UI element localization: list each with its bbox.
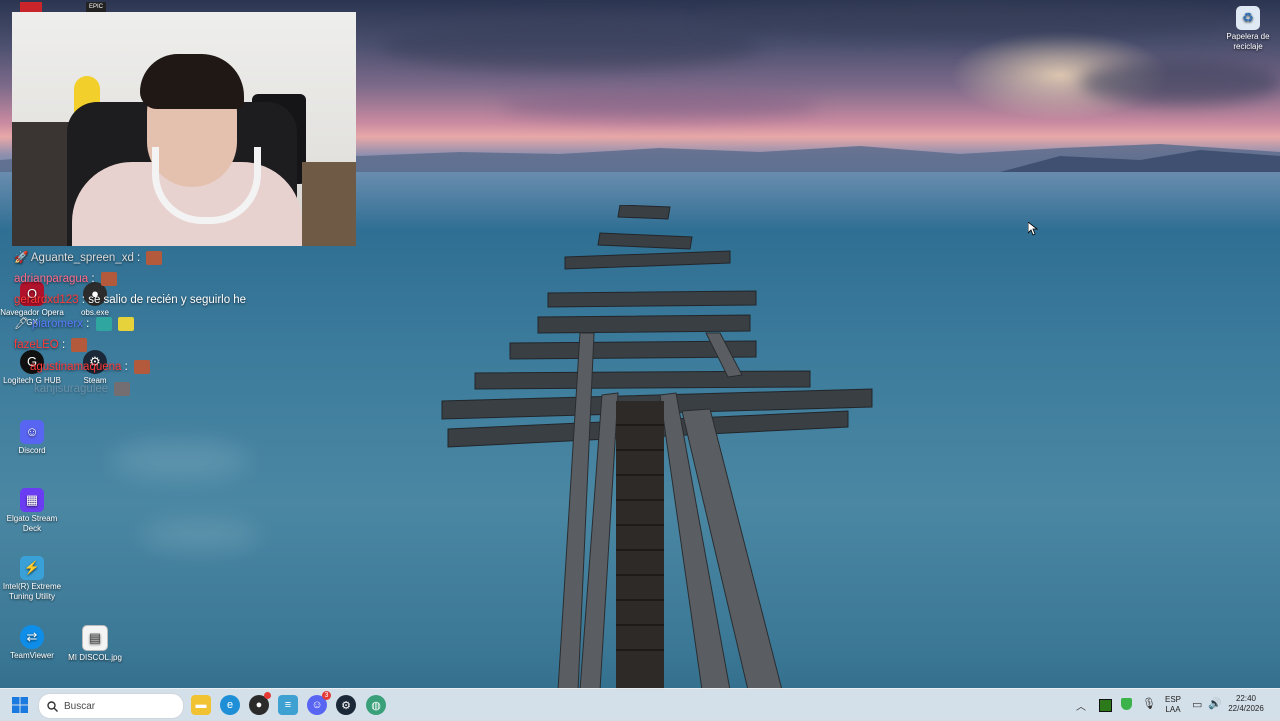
tray-overflow-button[interactable]: ︿: [1076, 698, 1086, 713]
chat-message: agustinamaquena :: [14, 360, 151, 374]
tray-nvidia[interactable]: [1099, 699, 1112, 712]
emote-icon: [117, 316, 134, 331]
wooden-pier: [441, 205, 873, 690]
chat-message: 🚀 Aguante_spreen_xd :: [14, 250, 163, 265]
intel-xtu-icon: ⚡: [20, 556, 44, 580]
desktop-icon-label: Elgato Stream Deck: [6, 514, 58, 533]
chat-message: gerardxd123 : se salio de recién y segui…: [14, 294, 246, 306]
taskbar-file-explorer[interactable]: ▬: [191, 695, 211, 715]
search-placeholder: Buscar: [64, 700, 96, 712]
globe-icon: ◍: [371, 699, 381, 712]
keyboard-layout: LAA: [1165, 705, 1181, 714]
pin-icon: 🖊: [14, 318, 29, 330]
cloud: [700, 0, 1220, 40]
desktop-icon-intel-xtu[interactable]: ⚡ Intel(R) Extreme Tuning Utility: [0, 556, 64, 602]
windows-logo-icon: [12, 697, 28, 713]
emote-icon: [100, 272, 117, 286]
microphone-icon: 🎙: [1142, 698, 1156, 710]
desktop-icon-label: TeamViewer: [10, 651, 54, 660]
discord-icon: ☺: [20, 420, 44, 444]
notepad-icon: ≡: [284, 699, 292, 711]
chat-message: kanjisuragulee: [14, 382, 131, 396]
chat-username: Aguante_spreen_xd: [30, 252, 134, 264]
tray-microphone[interactable]: 🎙: [1142, 697, 1156, 710]
water-reflection: [110, 440, 250, 480]
discord-icon: ☺: [311, 699, 323, 711]
chat-separator: :: [86, 318, 90, 330]
start-button[interactable]: [12, 697, 28, 713]
chat-separator: :: [81, 294, 85, 306]
steam-icon: ⚙: [341, 699, 351, 712]
chat-message: adrianparagua :: [14, 272, 117, 286]
clock[interactable]: 22:40 22/4/2026: [1226, 694, 1266, 714]
chat-username: gerardxd123: [14, 294, 79, 306]
desktop-icon-discol-jpg[interactable]: ▤ MI DISCOL.jpg: [63, 625, 127, 663]
chat-username: adrianparagua: [14, 273, 89, 286]
clock-date: 22/4/2026: [1228, 704, 1264, 713]
teamviewer-icon: ⇄: [20, 625, 44, 649]
webcam-right-shelf: [302, 162, 356, 246]
chat-separator: :: [61, 339, 66, 352]
notification-dot: [264, 692, 271, 699]
desktop-icon-label: Papelera de reciclaje: [1226, 32, 1270, 51]
chat-username: kanjisuragulee: [34, 383, 109, 396]
cloud: [1080, 60, 1280, 105]
emote-icon: [146, 250, 163, 265]
chat-separator: :: [137, 252, 141, 264]
mouse-cursor-icon: [1028, 222, 1038, 236]
chat-text: se salio de recién y seguirlo he: [88, 294, 247, 306]
discord-badge: 3: [322, 691, 331, 700]
chat-message: fazeLEO :: [14, 338, 88, 352]
emote-icon: [134, 360, 151, 374]
desktop-icon-teamviewer[interactable]: ⇄ TeamViewer: [0, 625, 64, 661]
stream-deck-icon: ▦: [20, 488, 44, 512]
network-icon: ▭: [1192, 699, 1203, 711]
desktop-icon-label: Discord: [18, 446, 46, 455]
taskbar-obs[interactable]: ●: [249, 692, 271, 715]
tray-shield[interactable]: [1121, 698, 1132, 710]
desktop-icon-label: Intel(R) Extreme Tuning Utility: [2, 582, 62, 601]
taskbar-edge[interactable]: e: [220, 695, 240, 715]
taskbar-app[interactable]: ◍: [366, 695, 386, 715]
language-indicator[interactable]: ESP LAA: [1162, 695, 1184, 715]
chat-separator: :: [124, 361, 128, 374]
desktop-icon-discord[interactable]: ☺ Discord: [0, 420, 64, 456]
clock-time: 22:40: [1235, 694, 1257, 703]
chat-username: piaromerx: [31, 318, 83, 330]
epic-games-icon[interactable]: EPIC: [86, 2, 106, 12]
obs-icon: ●: [255, 699, 263, 711]
edge-icon: e: [226, 699, 234, 711]
desktop-icon-elgato[interactable]: ▦ Elgato Stream Deck: [0, 488, 64, 534]
cloud: [500, 90, 820, 120]
language-code: ESP: [1164, 695, 1181, 704]
chat-separator: :: [91, 273, 95, 286]
rocket-icon: 🚀: [14, 252, 29, 264]
emote-icon: [95, 316, 112, 331]
chevron-up-icon: ︿: [1076, 702, 1086, 713]
tray-network[interactable]: ▭: [1192, 698, 1202, 711]
taskbar-notepad[interactable]: ≡: [278, 695, 298, 715]
chat-username: fazeLEO: [14, 339, 59, 352]
speaker-icon: 🔊: [1208, 698, 1222, 710]
chat-message: 🖊 piaromerx :: [14, 316, 134, 331]
cloud: [380, 20, 760, 70]
emote-icon: [114, 382, 131, 396]
search-icon: [47, 700, 58, 712]
desktop-icon-label: MI DISCOL.jpg: [68, 653, 122, 662]
recycle-bin-icon: ♻: [1236, 6, 1260, 30]
chat-username: agustinamaquena: [30, 361, 122, 374]
desktop-icon-recycle-bin[interactable]: ♻ Papelera de reciclaje: [1216, 6, 1280, 52]
tray-volume[interactable]: 🔊: [1208, 697, 1222, 710]
image-file-icon: ▤: [82, 625, 108, 651]
app-icon-red[interactable]: [20, 2, 42, 12]
emote-icon: [71, 338, 88, 352]
webcam-person-hair: [140, 54, 244, 109]
taskbar-search[interactable]: Buscar: [38, 693, 184, 719]
taskbar: Buscar ▬ e ● ≡ ☺ 3 ⚙ ◍ ︿ 🎙 ESP LAA ▭ 🔊 2…: [0, 688, 1280, 721]
taskbar-discord[interactable]: ☺ 3: [307, 691, 331, 715]
webcam-overlay: [12, 12, 356, 246]
water-reflection: [140, 520, 260, 550]
taskbar-steam[interactable]: ⚙: [336, 695, 356, 715]
folder-icon: ▬: [195, 699, 207, 711]
